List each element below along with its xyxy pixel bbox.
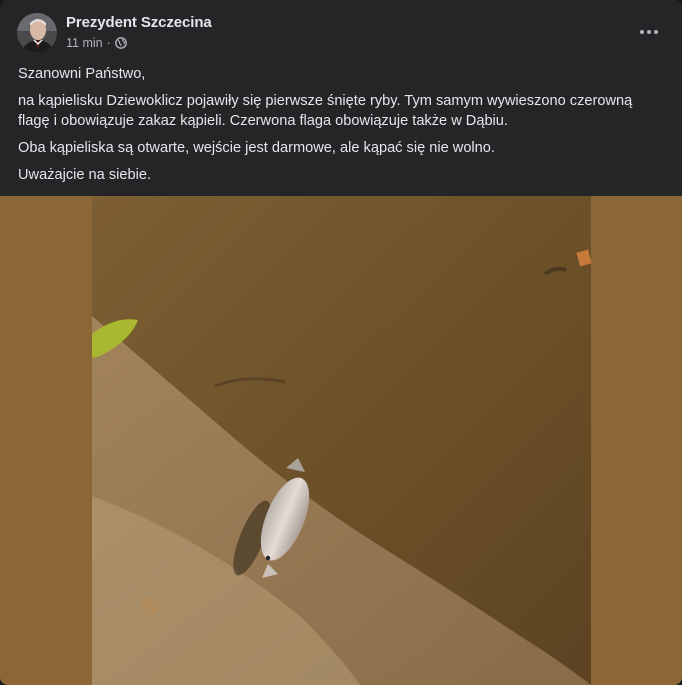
- author-avatar[interactable]: [17, 13, 57, 53]
- more-options-icon[interactable]: [638, 22, 660, 42]
- dead-fish-photo: [0, 196, 682, 685]
- post-photo[interactable]: [0, 196, 682, 685]
- avatar-photo: [17, 13, 57, 53]
- post-paragraph: Szanowni Państwo,: [18, 66, 146, 82]
- post-paragraph: Uważajcie na siebie.: [18, 167, 152, 183]
- author-name[interactable]: Prezydent Szczecina: [66, 14, 212, 31]
- post-paragraph: Oba kąpieliska są otwarte, wejście jest …: [18, 140, 495, 156]
- post-header: Prezydent Szczecina 11 min ·: [0, 0, 682, 62]
- facebook-post: Prezydent Szczecina 11 min · Szanowni Pa…: [0, 0, 682, 685]
- meta-separator: ·: [106, 36, 111, 50]
- post-paragraph: na kąpielisku Dziewoklicz pojawiły się p…: [18, 93, 633, 129]
- post-timestamp[interactable]: 11 min: [66, 36, 103, 50]
- post-meta: 11 min ·: [66, 36, 127, 50]
- post-text: Szanowni Państwo, na kąpielisku Dziewokl…: [18, 64, 658, 192]
- globe-icon[interactable]: [114, 37, 127, 49]
